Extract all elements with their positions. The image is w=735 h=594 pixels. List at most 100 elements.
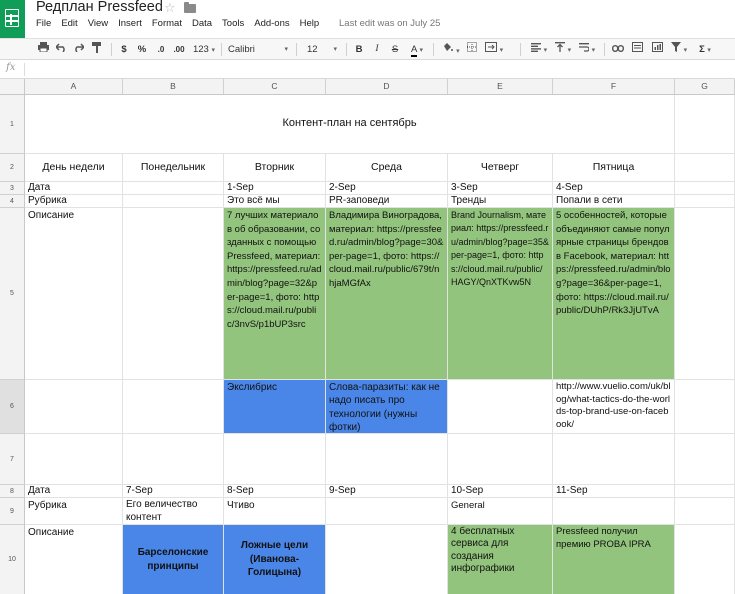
folder-icon[interactable]	[184, 2, 196, 13]
increase-decimal-button[interactable]: .00	[170, 42, 188, 57]
rubric-cell[interactable]	[326, 498, 448, 525]
functions-button[interactable]: Σ ▾	[694, 42, 716, 57]
insert-chart-icon[interactable]	[650, 42, 664, 57]
text-color-button[interactable]: A ▾	[406, 42, 428, 57]
row-label-description[interactable]: Описание	[25, 208, 123, 380]
currency-format-button[interactable]: $	[118, 42, 130, 57]
description-cell[interactable]: Барселонские принципы	[123, 525, 224, 594]
date-cell[interactable]: 1-Sep	[224, 182, 326, 195]
row-label-rubric[interactable]: Рубрика	[25, 195, 123, 208]
rubric-cell[interactable]: PR-заповеди	[326, 195, 448, 208]
column-header-g[interactable]: G	[675, 79, 735, 95]
rubric-cell[interactable]: Попали в сети	[553, 195, 675, 208]
row-header-4[interactable]: 4	[0, 195, 25, 208]
merge-cells-icon[interactable]: ▾	[483, 42, 505, 57]
column-header-c[interactable]: C	[224, 79, 326, 95]
column-header-a[interactable]: A	[25, 79, 123, 95]
decrease-decimal-button[interactable]: .0	[154, 42, 168, 57]
row-label-rubric[interactable]: Рубрика	[25, 498, 123, 525]
menu-tools[interactable]: Tools	[222, 18, 244, 34]
description-cell[interactable]: 5 особенностей, которые объединяют самые…	[553, 208, 675, 380]
row-header-5[interactable]: 5	[0, 208, 25, 380]
cell-g6[interactable]	[675, 380, 735, 434]
cell-a7[interactable]	[25, 434, 123, 485]
row-header-3[interactable]: 3	[0, 182, 25, 195]
description-cell[interactable]: Brand Journalism, материал: https://pres…	[448, 208, 553, 380]
date-cell[interactable]: 9-Sep	[326, 485, 448, 498]
row-header-1[interactable]: 1	[0, 95, 25, 154]
row-label-date[interactable]: Дата	[25, 182, 123, 195]
cell-g1[interactable]	[675, 95, 735, 154]
cell-g3[interactable]	[675, 182, 735, 195]
description-cell[interactable]: Pressfeed получил премию PROBA IPRA	[553, 525, 675, 594]
cell-g10[interactable]	[675, 525, 735, 594]
sheets-icon[interactable]	[0, 0, 25, 38]
percent-format-button[interactable]: %	[136, 42, 148, 57]
description-cell[interactable]	[123, 208, 224, 380]
row-label-description[interactable]: Описание	[25, 525, 123, 594]
number-format-dropdown[interactable]: 123 ▾	[191, 42, 217, 57]
rubric-cell[interactable]	[123, 195, 224, 208]
extra-cell[interactable]	[448, 380, 553, 434]
day-header-cell[interactable]: Среда	[326, 154, 448, 182]
column-header-f[interactable]: F	[553, 79, 675, 95]
menu-addons[interactable]: Add-ons	[254, 18, 289, 34]
row-header-8[interactable]: 8	[0, 485, 25, 498]
text-wrap-icon[interactable]: ▾	[576, 42, 598, 57]
star-icon[interactable]: ☆	[164, 0, 176, 16]
description-cell[interactable]	[326, 525, 448, 594]
cell-g5[interactable]	[675, 208, 735, 380]
document-title[interactable]: Редплан Pressfeed	[36, 0, 163, 15]
day-header-cell[interactable]: Четверг	[448, 154, 553, 182]
cell-g7[interactable]	[675, 434, 735, 485]
cell-d7[interactable]	[326, 434, 448, 485]
cell-g2[interactable]	[675, 154, 735, 182]
description-cell[interactable]: Владимира Виноградова, материал: https:/…	[326, 208, 448, 380]
borders-icon[interactable]	[465, 42, 478, 57]
date-cell[interactable]: 8-Sep	[224, 485, 326, 498]
row-header-2[interactable]: 2	[0, 154, 25, 182]
menu-view[interactable]: View	[88, 18, 108, 34]
menu-edit[interactable]: Edit	[61, 18, 77, 34]
day-header-cell[interactable]: Понедельник	[123, 154, 224, 182]
date-cell[interactable]	[123, 182, 224, 195]
bold-button[interactable]: B	[353, 42, 365, 57]
paint-format-icon[interactable]	[90, 42, 104, 57]
date-cell[interactable]: 11-Sep	[553, 485, 675, 498]
date-cell[interactable]: 4-Sep	[553, 182, 675, 195]
insert-link-icon[interactable]	[611, 42, 625, 57]
menu-file[interactable]: File	[36, 18, 51, 34]
font-family-dropdown[interactable]: Calibri ▾	[228, 42, 292, 57]
row-header-7[interactable]: 7	[0, 434, 25, 485]
last-edit-status[interactable]: Last edit was on July 25	[339, 18, 440, 29]
day-header-cell[interactable]: Пятница	[553, 154, 675, 182]
cell-e7[interactable]	[448, 434, 553, 485]
cell-c7[interactable]	[224, 434, 326, 485]
rubric-cell[interactable]	[553, 498, 675, 525]
filter-icon[interactable]: ▾	[668, 42, 690, 57]
rubric-cell[interactable]: Это всё мы	[224, 195, 326, 208]
description-cell[interactable]: 7 лучших материалов об образовании, созд…	[224, 208, 326, 380]
menu-format[interactable]: Format	[152, 18, 182, 34]
rubric-cell[interactable]: Его величество контент	[123, 498, 224, 525]
select-all-corner[interactable]	[0, 79, 25, 95]
undo-icon[interactable]	[54, 42, 68, 57]
vertical-align-icon[interactable]: ▾	[552, 42, 574, 57]
date-cell[interactable]: 2-Sep	[326, 182, 448, 195]
rubric-cell[interactable]: General	[448, 498, 553, 525]
italic-button[interactable]: I	[371, 42, 383, 57]
menu-help[interactable]: Help	[300, 18, 320, 34]
redo-icon[interactable]	[71, 42, 85, 57]
column-header-e[interactable]: E	[448, 79, 553, 95]
rubric-cell[interactable]: Тренды	[448, 195, 553, 208]
cell-g8[interactable]	[675, 485, 735, 498]
fill-color-icon[interactable]: ▾	[440, 42, 462, 57]
horizontal-align-icon[interactable]: ▾	[528, 42, 550, 57]
cell-f7[interactable]	[553, 434, 675, 485]
cell-g9[interactable]	[675, 498, 735, 525]
insert-comment-icon[interactable]	[630, 42, 644, 57]
rubric-cell[interactable]: Чтиво	[224, 498, 326, 525]
description-cell[interactable]: Ложные цели (Иванова-Голицына)	[224, 525, 326, 594]
row-header-10[interactable]: 10	[0, 525, 25, 594]
row-header-9[interactable]: 9	[0, 498, 25, 525]
